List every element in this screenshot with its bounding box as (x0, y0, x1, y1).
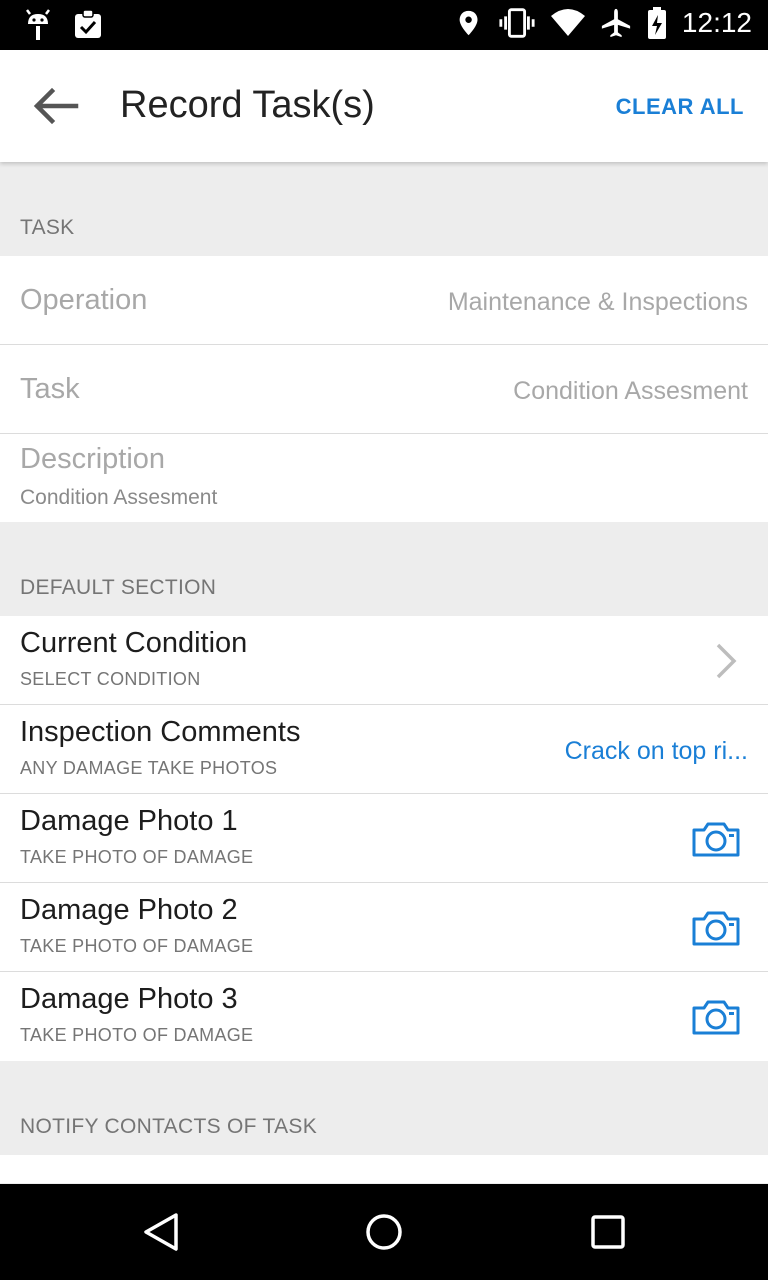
current-condition-row[interactable]: Current Condition SELECT CONDITION (0, 616, 768, 705)
operation-value: Maintenance & Inspections (447, 288, 748, 316)
clipboard-check-icon (75, 9, 101, 38)
item-subtitle: SELECT CONDITION (20, 669, 201, 689)
task-label: Task (20, 373, 80, 405)
android-debug-icon (26, 9, 50, 40)
system-nav-bar (0, 1184, 768, 1280)
section-header-task: TASK (0, 162, 768, 256)
item-title: Damage Photo 3 (20, 983, 238, 1015)
item-subtitle: TAKE PHOTO OF DAMAGE (20, 936, 254, 956)
notify-row-partial[interactable] (0, 1155, 768, 1183)
item-subtitle: ANY DAMAGE TAKE PHOTOS (20, 758, 278, 778)
chevron-right-icon[interactable] (714, 642, 738, 680)
damage-photo-2-row[interactable]: Damage Photo 2 TAKE PHOTO OF DAMAGE (0, 883, 768, 972)
arrow-left-icon[interactable] (28, 82, 84, 130)
item-subtitle: TAKE PHOTO OF DAMAGE (20, 847, 254, 867)
status-clock: 12:12 (681, 7, 752, 38)
damage-photo-3-row[interactable]: Damage Photo 3 TAKE PHOTO OF DAMAGE (0, 972, 768, 1061)
location-pin-icon (459, 10, 478, 36)
wifi-icon (550, 9, 585, 36)
camera-icon[interactable] (691, 820, 741, 858)
description-row: Description Condition Assesment (0, 434, 768, 522)
section-header-label: NOTIFY CONTACTS OF TASK (20, 1115, 318, 1138)
app-bar: Record Task(s) CLEAR ALL (0, 50, 768, 162)
status-bar: 12:12 (0, 0, 768, 50)
camera-icon[interactable] (691, 998, 741, 1036)
form-content[interactable]: TASK Operation Maintenance & Inspections… (0, 162, 768, 1184)
damage-photo-1-row[interactable]: Damage Photo 1 TAKE PHOTO OF DAMAGE (0, 794, 768, 883)
airplane-icon (601, 8, 631, 38)
item-title: Damage Photo 1 (20, 805, 238, 837)
clear-all-button[interactable]: CLEAR ALL (616, 94, 744, 120)
item-subtitle: TAKE PHOTO OF DAMAGE (20, 1025, 254, 1045)
item-title: Damage Photo 2 (20, 894, 238, 926)
operation-row: Operation Maintenance & Inspections (0, 256, 768, 345)
home-circle-icon[interactable] (362, 1210, 406, 1254)
section-header-label: TASK (20, 216, 75, 239)
page-title: Record Task(s) (120, 84, 375, 126)
description-value: Condition Assesment (20, 486, 218, 509)
section-header-default: DEFAULT SECTION (0, 522, 768, 616)
item-title: Current Condition (20, 627, 248, 659)
description-label: Description (20, 443, 166, 475)
battery-charging-icon (647, 7, 666, 39)
operation-label: Operation (20, 284, 148, 316)
section-header-notify: NOTIFY CONTACTS OF TASK (0, 1061, 768, 1155)
section-header-label: DEFAULT SECTION (20, 576, 217, 599)
task-row: Task Condition Assesment (0, 345, 768, 434)
recents-square-icon[interactable] (586, 1210, 630, 1254)
vibrate-icon (499, 8, 535, 38)
camera-icon[interactable] (691, 909, 741, 947)
back-triangle-icon[interactable] (140, 1210, 184, 1254)
inspection-comments-row[interactable]: Inspection Comments ANY DAMAGE TAKE PHOT… (0, 705, 768, 794)
item-title: Inspection Comments (20, 716, 301, 748)
inspection-comments-value[interactable]: Crack on top ri... (565, 737, 748, 766)
task-value: Condition Assesment (513, 377, 748, 405)
